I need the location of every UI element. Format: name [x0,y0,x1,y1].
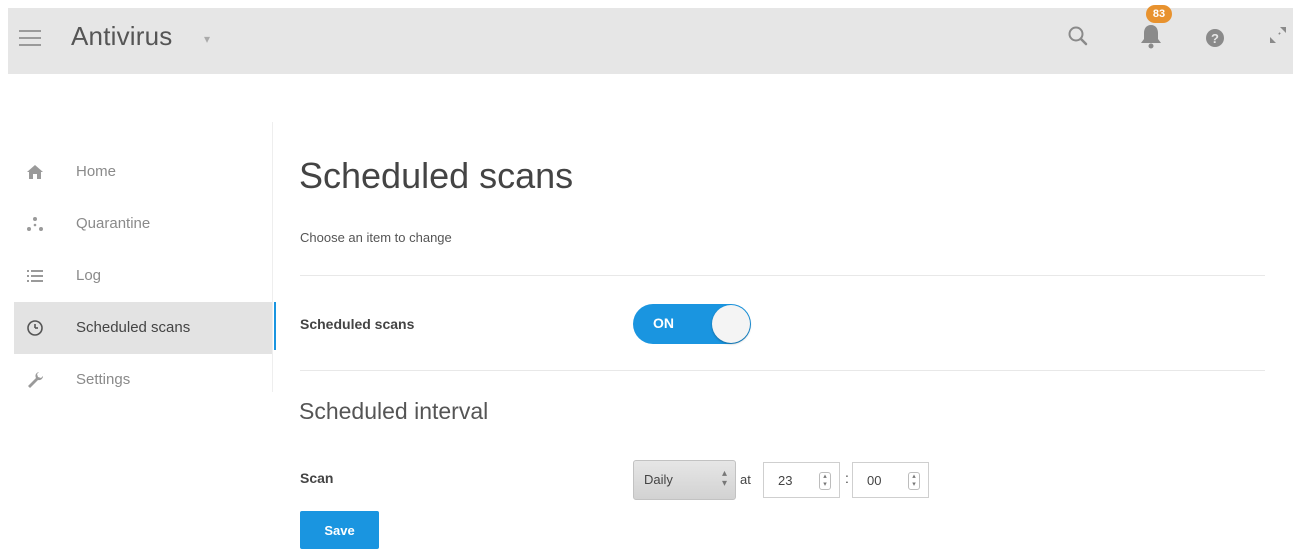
scheduled-scans-label: Scheduled scans [300,316,415,332]
sidebar-nav: Home Quarantine Log Scheduled scans Sett… [14,146,276,406]
sidebar-divider [272,122,273,392]
sidebar-item-home[interactable]: Home [14,146,272,198]
search-icon[interactable] [1066,24,1090,53]
notification-badge[interactable]: 83 [1146,5,1172,23]
quarantine-icon [26,215,44,233]
app-title[interactable]: Antivirus [71,21,173,52]
toggle-state-text: ON [653,315,674,331]
divider [300,275,1265,276]
time-separator: : [845,470,849,486]
bell-icon[interactable] [1138,22,1164,55]
sidebar-item-label: Log [76,267,102,284]
sidebar-item-log[interactable]: Log [14,250,272,302]
minute-stepper[interactable]: ▴ ▾ [908,472,920,490]
chevron-down-icon[interactable]: ▾ [204,32,210,46]
sidebar-item-scheduled-scans[interactable]: Scheduled scans [14,302,276,354]
expand-icon[interactable] [1267,24,1289,51]
minute-input[interactable]: 00 ▴ ▾ [852,462,929,498]
section-title: Scheduled interval [299,398,489,424]
at-label: at [740,472,751,487]
clock-icon [26,319,44,337]
help-icon[interactable]: ? [1205,28,1225,53]
page-subtitle: Choose an item to change [300,230,452,245]
sidebar-item-label: Quarantine [76,215,151,232]
top-bar: Antivirus ▾ ? [8,8,1293,74]
home-icon [26,163,44,181]
select-arrows-icon: ▴ ▾ [721,468,727,489]
toggle-knob[interactable] [712,305,750,343]
svg-text:?: ? [1211,31,1219,46]
hour-input[interactable]: 23 ▴ ▾ [763,462,840,498]
sidebar-item-label: Settings [76,371,131,388]
sidebar-item-label: Scheduled scans [76,319,191,336]
scheduled-scans-toggle[interactable]: ON [633,304,751,344]
page-title: Scheduled scans [299,155,574,196]
list-icon [26,267,44,285]
scan-label: Scan [300,470,334,486]
frequency-value: Daily [644,472,673,487]
sidebar-item-settings[interactable]: Settings [14,354,272,406]
minute-value: 00 [867,473,882,488]
wrench-icon [26,371,44,389]
divider [300,370,1265,371]
menu-icon[interactable] [19,30,41,48]
sidebar-item-label: Home [76,163,117,180]
hour-stepper[interactable]: ▴ ▾ [819,472,831,490]
frequency-select[interactable]: Daily ▴ ▾ [633,460,736,500]
sidebar-item-quarantine[interactable]: Quarantine [14,198,272,250]
save-button[interactable]: Save [300,511,379,549]
active-indicator [274,302,276,350]
hour-value: 23 [778,473,793,488]
